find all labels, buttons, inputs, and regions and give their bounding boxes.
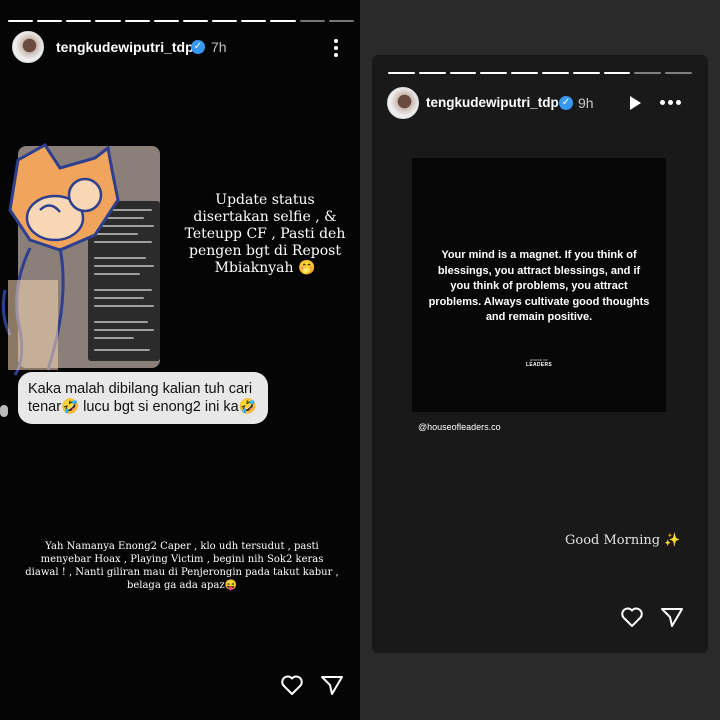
progress-segment (634, 72, 662, 74)
progress-segment (449, 72, 477, 74)
greeting-text: Good Morning ✨ (565, 533, 681, 548)
progress-segment (270, 20, 296, 22)
more-options-icon[interactable] (660, 100, 681, 105)
comment-bubble: Kaka malah dibilang kalian tuh cari tena… (18, 372, 268, 424)
username[interactable]: tengkudewiputri_tdp (56, 39, 194, 55)
more-options-icon[interactable] (334, 39, 338, 60)
heart-icon[interactable] (280, 674, 304, 696)
progress-segment (541, 72, 569, 74)
profile-avatar[interactable] (387, 87, 419, 119)
progress-segment (603, 72, 631, 74)
progress-segment (124, 20, 150, 22)
progress-segment (299, 20, 325, 22)
progress-segment (572, 72, 600, 74)
comment-avatar (0, 405, 8, 417)
play-icon[interactable] (628, 95, 642, 111)
send-icon[interactable] (320, 674, 344, 696)
right-progress-bar (388, 72, 692, 74)
cartoon-sticker (1, 143, 120, 376)
progress-segment (511, 72, 538, 74)
progress-segment (95, 20, 121, 22)
heart-icon[interactable] (620, 606, 644, 628)
quote-image-card: Your mind is a magnet. If you think of b… (412, 158, 666, 412)
progress-segment (66, 20, 92, 22)
mention-tag[interactable]: @houseofleaders.co (418, 422, 501, 432)
progress-segment (153, 20, 179, 22)
progress-segment (182, 20, 209, 22)
profile-avatar[interactable] (12, 31, 44, 63)
progress-segment (8, 20, 34, 22)
verified-badge-icon: ✓ (559, 96, 573, 110)
progress-segment (328, 20, 354, 22)
progress-segment (37, 20, 63, 22)
quote-text: Your mind is a magnet. If you think of b… (428, 249, 650, 323)
send-icon[interactable] (660, 606, 684, 628)
progress-segment (212, 20, 238, 22)
progress-segment (480, 72, 508, 74)
post-time: 9h (578, 95, 594, 111)
progress-segment (241, 20, 267, 22)
progress-segment (418, 72, 446, 74)
post-time: 7h (211, 39, 227, 55)
username[interactable]: tengkudewiputri_tdp (426, 95, 559, 110)
progress-segment (388, 72, 415, 74)
left-progress-bar (8, 20, 354, 22)
verified-badge-icon: ✓ (191, 40, 205, 54)
story-caption: Yah Namanya Enong2 Caper , klo udh tersu… (25, 541, 339, 591)
progress-segment (665, 72, 692, 74)
left-story-panel: tengkudewiputri_tdp ✓ 7h Update status d… (0, 0, 360, 720)
leaders-logo: HOUSE OF LEADERS (526, 358, 552, 368)
update-status-text: Update status disertakan selfie , & Tete… (184, 192, 346, 276)
